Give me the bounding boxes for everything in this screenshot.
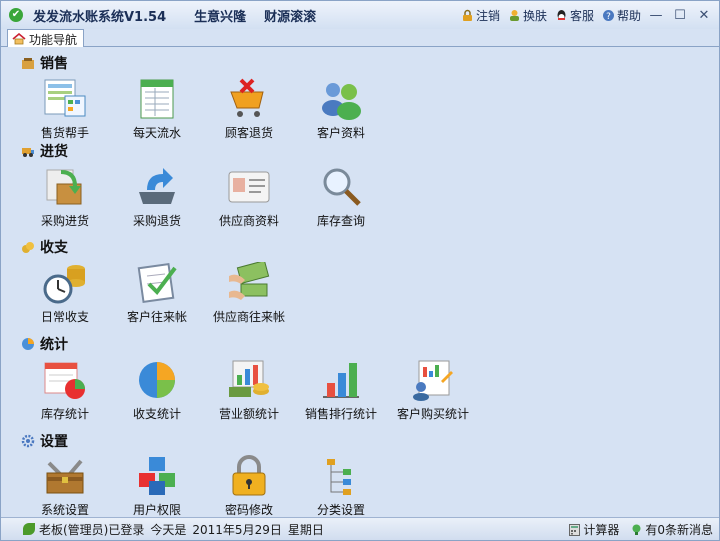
current-weekday: 星期日 [287,522,324,537]
minimize-button[interactable]: — [647,6,665,24]
item-inventory-stats[interactable]: 库存统计 [17,358,113,424]
magnifier-icon [323,168,361,206]
daily-ledger-icon [140,79,174,119]
inventory-chart-icon [44,362,85,399]
item-purchase-return[interactable]: 采购退货 [109,165,205,231]
item-inventory-query[interactable]: 库存查询 [293,165,389,231]
section-purchase: 进货 [21,141,68,161]
close-button[interactable]: ✕ [695,6,713,24]
section-sales: 销售 [21,53,68,73]
toolbox-icon [46,459,84,494]
sales-helper-icon [44,79,86,117]
item-finance-stats[interactable]: 收支统计 [109,358,205,424]
purchase-in-icon [46,169,82,205]
skin-button[interactable]: 换肤 [508,7,547,24]
house-icon [12,33,26,45]
item-customer-return[interactable]: 顾客退货 [201,77,297,143]
help-icon: ? [602,9,614,22]
message-bulb-icon [632,524,641,535]
status-bar: 老板(管理员)已登录 今天是 2011年5月29日 星期日 计算器 有0条新消息 [1,517,719,540]
item-daily-ledger[interactable]: 每天流水 [109,77,205,143]
navigation-panel: 销售 售货帮手 每天流水 顾客退货 客户资料 进货 采购进货 采购退货 供应商资… [5,47,715,517]
slogan-1: 生意兴隆 [194,9,247,25]
section-settings: 设置 [21,431,68,451]
item-customer-purchase-stats[interactable]: 客户购买统计 [385,358,481,424]
item-supplier-accounts[interactable]: 供应商往来帐 [201,261,297,327]
lock-icon [462,9,472,21]
padlock-icon [232,455,266,496]
maximize-button[interactable]: ☐ [671,6,689,24]
section-stats: 统计 [21,334,68,354]
skin-icon [509,9,519,21]
app-logo-icon: ✔ [9,8,23,22]
title-bar[interactable]: ✔ 发发流水账系统V1.54 生意兴隆 财源滚滚 注销 换肤 客服 ? 帮助 —… [1,1,719,29]
support-button[interactable]: 客服 [555,7,594,24]
item-system-settings[interactable]: 系统设置 [17,454,113,520]
calculator-button[interactable]: 计算器 [569,521,619,538]
today-label: 今天是 [150,522,187,537]
svg-text:?: ? [606,12,611,22]
login-status: 老板(管理员)已登录 [39,522,145,537]
item-purchase-in[interactable]: 采购进货 [17,165,113,231]
item-sales-helper[interactable]: 售货帮手 [17,77,113,143]
item-turnover-stats[interactable]: 营业额统计 [201,358,297,424]
item-supplier-info[interactable]: 供应商资料 [201,165,297,231]
cubes-icon [139,457,175,495]
turnover-chart-icon [229,360,269,397]
pie-chart-icon [139,362,175,398]
qq-icon [557,9,566,20]
stats-icon [22,338,34,350]
purchase-return-icon [139,168,175,204]
app-window: ✔ 发发流水账系统V1.54 生意兴隆 财源滚滚 注销 换肤 客服 ? 帮助 —… [0,0,720,541]
checklist-icon [137,262,177,304]
clock-coins-icon [43,265,85,304]
sales-icon [22,58,34,69]
tree-icon [327,459,351,495]
calculator-icon [569,523,581,536]
customer-info-icon [322,83,361,120]
item-customer-info[interactable]: 客户资料 [293,77,389,143]
supplier-card-icon [228,171,270,203]
title-actions: 注销 换肤 客服 ? 帮助 — ☐ ✕ [453,1,713,29]
section-finance: 收支 [21,237,68,257]
purchase-icon [22,148,34,157]
item-category-settings[interactable]: 分类设置 [293,454,389,520]
messages-button[interactable]: 有0条新消息 [631,521,713,538]
customer-report-icon [413,360,453,401]
item-user-permissions[interactable]: 用户权限 [109,454,205,520]
slogan-2: 财源滚滚 [264,9,317,25]
leaf-icon [23,523,35,535]
tab-bar: 功能导航 [1,29,719,48]
tab-function-nav[interactable]: 功能导航 [7,29,85,48]
logout-button[interactable]: 注销 [461,7,500,24]
current-date: 2011年5月29日 [192,522,282,537]
settings-icon [21,434,35,448]
bar-chart-icon [323,363,359,398]
item-daily-finance[interactable]: 日常收支 [17,261,113,327]
help-button[interactable]: ? 帮助 [602,7,641,24]
finance-icon [22,242,34,253]
item-password-change[interactable]: 密码修改 [201,454,297,520]
cash-hands-icon [229,262,270,300]
window-title: 发发流水账系统V1.54 [33,9,167,25]
item-sales-ranking[interactable]: 销售排行统计 [293,358,389,424]
item-customer-accounts[interactable]: 客户往来帐 [109,261,205,327]
customer-return-icon [230,78,264,117]
